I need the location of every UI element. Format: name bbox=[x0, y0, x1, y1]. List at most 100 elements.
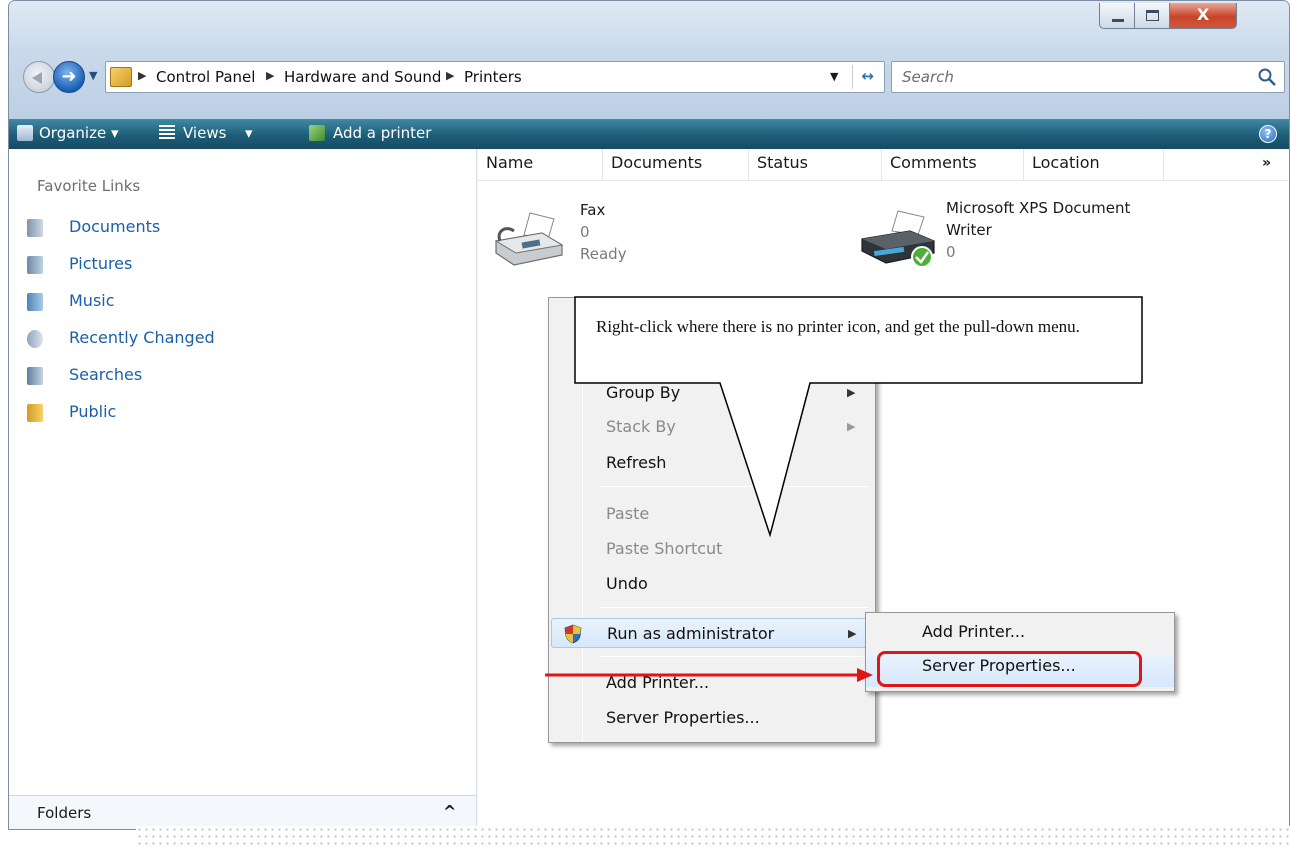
printer-name-line2: Writer bbox=[946, 221, 992, 239]
fax-icon bbox=[494, 212, 564, 266]
favorite-link-label: Searches bbox=[69, 365, 143, 384]
printer-documents: 0 bbox=[580, 223, 590, 241]
printer-documents: 0 bbox=[946, 243, 956, 261]
back-arrow-icon bbox=[32, 72, 42, 84]
favorite-link-pictures[interactable]: Pictures bbox=[27, 252, 447, 278]
favorite-link-label: Documents bbox=[69, 217, 161, 236]
menu-item-label: Paste bbox=[606, 504, 650, 523]
menu-item-stack-by[interactable]: Stack By ▶ bbox=[549, 412, 875, 442]
menu-item-refresh[interactable]: Refresh bbox=[549, 448, 875, 478]
uac-shield-icon bbox=[564, 624, 582, 644]
menu-item-undo[interactable]: Undo bbox=[549, 569, 875, 599]
breadcrumb-separator-icon[interactable]: ▶ bbox=[446, 69, 454, 82]
menu-item-paste[interactable]: Paste bbox=[549, 499, 875, 529]
breadcrumb-separator-icon[interactable]: ▶ bbox=[138, 69, 146, 82]
submenu-arrow-icon: ▶ bbox=[848, 627, 857, 640]
maximize-button[interactable] bbox=[1134, 3, 1170, 29]
forward-button[interactable]: ➜ bbox=[53, 61, 85, 93]
menu-item-label: Stack By bbox=[606, 417, 676, 436]
views-icon bbox=[159, 125, 175, 141]
documents-icon bbox=[27, 219, 43, 237]
menu-item-server-properties[interactable]: Server Properties... bbox=[549, 703, 875, 733]
menu-item-run-as-administrator[interactable]: Run as administrator ▶ bbox=[551, 618, 873, 648]
breadcrumb-separator-icon[interactable]: ▶ bbox=[266, 69, 274, 82]
recently-changed-icon bbox=[27, 330, 43, 348]
title-bar: X ➜ ▼ ▶ Control Panel ▶ Hardware and Sou… bbox=[9, 1, 1289, 119]
column-header-name[interactable]: Name bbox=[478, 149, 603, 181]
organize-button[interactable]: Organize ▾ bbox=[39, 124, 119, 142]
menu-item-label: Group By bbox=[606, 383, 681, 402]
minimize-icon bbox=[1112, 19, 1124, 22]
printer-name: Fax bbox=[580, 201, 606, 219]
menu-item-label: Server Properties... bbox=[606, 708, 760, 727]
recent-pages-dropdown[interactable]: ▼ bbox=[89, 69, 97, 82]
column-header-bar: Name Documents Status Comments Location … bbox=[478, 149, 1289, 181]
menu-item-paste-shortcut[interactable]: Paste Shortcut bbox=[549, 534, 875, 564]
help-icon[interactable]: ? bbox=[1259, 125, 1277, 143]
favorite-link-label: Pictures bbox=[69, 254, 133, 273]
back-button[interactable] bbox=[23, 61, 55, 93]
menu-separator bbox=[599, 607, 869, 608]
favorite-link-searches[interactable]: Searches bbox=[27, 363, 447, 389]
printer-item-fax[interactable]: Fax 0 Ready bbox=[492, 201, 722, 281]
navigation-pane: Favorite Links Documents Pictures Music … bbox=[9, 149, 477, 829]
breadcrumb-printers[interactable]: Printers bbox=[464, 68, 522, 86]
search-placeholder: Search bbox=[902, 68, 954, 86]
printer-item-xps-writer[interactable]: Microsoft XPS Document Writer 0 bbox=[856, 199, 1186, 281]
menu-item-label: Paste Shortcut bbox=[606, 539, 723, 558]
views-dropdown-icon[interactable]: ▾ bbox=[245, 124, 253, 142]
menu-item-label: Undo bbox=[606, 574, 648, 593]
favorite-link-label: Recently Changed bbox=[69, 328, 215, 347]
column-header-location[interactable]: Location bbox=[1024, 149, 1164, 181]
views-button[interactable]: Views bbox=[183, 124, 226, 142]
submenu-item-label: Add Printer... bbox=[922, 622, 1026, 641]
music-icon bbox=[27, 293, 43, 311]
submenu-arrow-icon: ▶ bbox=[847, 386, 856, 399]
red-pointer-arrow-icon bbox=[545, 668, 873, 682]
menu-item-group-by[interactable]: Group By ▶ bbox=[549, 378, 875, 408]
public-folder-icon bbox=[27, 404, 43, 422]
search-icon[interactable] bbox=[1256, 66, 1278, 88]
organize-icon bbox=[17, 125, 33, 141]
favorite-link-label: Public bbox=[69, 402, 117, 421]
highlight-annotation-box bbox=[877, 651, 1142, 687]
pictures-icon bbox=[27, 256, 43, 274]
submenu-arrow-icon: ▶ bbox=[847, 420, 856, 433]
forward-arrow-icon: ➜ bbox=[61, 66, 77, 87]
favorite-links-heading: Favorite Links bbox=[37, 177, 141, 195]
breadcrumb-hardware-and-sound[interactable]: Hardware and Sound bbox=[284, 68, 441, 86]
menu-item-label: Refresh bbox=[606, 453, 667, 472]
refresh-icon: ↔ bbox=[861, 67, 874, 85]
close-button[interactable]: X bbox=[1169, 3, 1237, 29]
maximize-icon bbox=[1146, 10, 1159, 21]
chevron-up-icon[interactable]: ^ bbox=[443, 802, 456, 821]
add-printer-icon bbox=[309, 125, 325, 141]
xps-printer-icon bbox=[861, 210, 935, 268]
breadcrumb-control-panel[interactable]: Control Panel bbox=[156, 68, 255, 86]
refresh-button[interactable]: ↔ bbox=[852, 65, 882, 89]
minimize-button[interactable] bbox=[1099, 3, 1135, 29]
folders-bar[interactable]: Folders ^ bbox=[9, 795, 476, 829]
favorite-link-documents[interactable]: Documents bbox=[27, 215, 447, 241]
searches-icon bbox=[27, 367, 43, 385]
printer-status: Ready bbox=[580, 245, 627, 263]
folders-label: Folders bbox=[37, 804, 92, 822]
printers-folder-icon bbox=[110, 67, 132, 87]
column-header-documents[interactable]: Documents bbox=[603, 149, 749, 181]
favorite-link-recently-changed[interactable]: Recently Changed bbox=[27, 326, 447, 352]
search-input[interactable]: Search bbox=[891, 61, 1285, 93]
add-a-printer-button[interactable]: Add a printer bbox=[333, 124, 431, 142]
menu-separator bbox=[599, 486, 869, 487]
address-bar[interactable]: ▶ Control Panel ▶ Hardware and Sound ▶ P… bbox=[105, 61, 885, 93]
column-header-comments[interactable]: Comments bbox=[882, 149, 1024, 181]
favorite-link-public[interactable]: Public bbox=[27, 400, 447, 426]
more-columns-icon[interactable]: » bbox=[1262, 155, 1271, 171]
callout-text: Right-click where there is no printer ic… bbox=[596, 317, 1080, 336]
column-header-status[interactable]: Status bbox=[749, 149, 882, 181]
menu-separator bbox=[599, 656, 869, 657]
favorite-link-label: Music bbox=[69, 291, 115, 310]
address-dropdown-icon[interactable]: ▼ bbox=[830, 70, 838, 83]
dotted-border-strip bbox=[136, 826, 1290, 847]
favorite-link-music[interactable]: Music bbox=[27, 289, 447, 315]
submenu-item-add-printer[interactable]: Add Printer... bbox=[866, 617, 1174, 651]
